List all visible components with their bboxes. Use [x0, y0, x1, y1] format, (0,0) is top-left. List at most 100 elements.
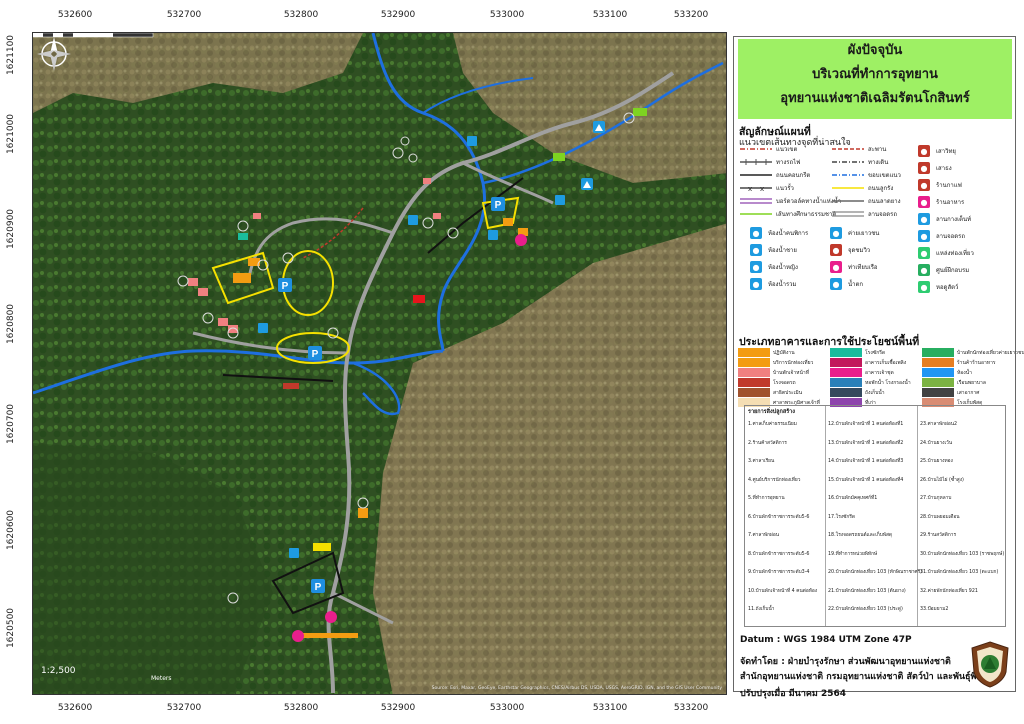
building-type-label: โรงซักรีด — [865, 349, 886, 356]
building-list-item: 13.บ้านพักเจ้าหน้าที่ 1 คนต่อห้องที่2 — [828, 440, 904, 446]
building-garage[interactable] — [283, 383, 299, 389]
building-type-label: อาคารเจ้าชุด — [865, 369, 894, 376]
building-type-label: ปฏิบัติงาน — [773, 349, 795, 356]
building-red[interactable] — [413, 295, 425, 303]
map-scale: 1:2,500 — [41, 666, 76, 676]
building-type-swatch — [922, 378, 954, 387]
building-type-label: อาคารเก็บเชื้อเพลิง — [865, 359, 907, 366]
legend-point-item: ● ท่าเทียบเรือ — [830, 261, 878, 273]
parking-icon[interactable]: P — [491, 197, 505, 211]
building-list-item: 32.ค่ายพักนักท่องเที่ยว 921 — [920, 588, 978, 594]
legend-line-label: แนวรั้ว — [776, 185, 794, 192]
legend-line-item: ทางเดิน — [830, 156, 888, 168]
legend-line-item: x x แนวรั้ว — [738, 182, 794, 194]
svg-text:P: P — [315, 582, 322, 593]
building-list-item: 26.บ้านไม้ไผ่ (ซ้ำสูง) — [920, 477, 964, 483]
building-type-label: ร้านค้าร้านอาหาร — [957, 359, 996, 366]
building-office-2[interactable] — [503, 218, 513, 226]
toilet-icon[interactable] — [408, 215, 418, 225]
building-type-swatch — [830, 378, 862, 387]
legend-line-item: ถนนลูกรัง — [830, 182, 893, 194]
female-toilet-icon: ● — [750, 261, 762, 273]
legend-point-item: ● ลานกางเต็นท์ — [918, 213, 971, 225]
building-list-heading: รายการสิ่งปลูกสร้าง — [748, 409, 795, 415]
male-toilet-icon: ● — [750, 244, 762, 256]
building-list-item: 6.บ้านพักข้าราชการระดับ5-6 — [748, 514, 810, 520]
building-south-2[interactable] — [358, 508, 368, 518]
building-south[interactable] — [313, 543, 331, 551]
legend-point-label: ท่าเทียบเรือ — [848, 264, 878, 271]
legend-line-label: ถนนลาดยาง — [868, 198, 901, 205]
building-type-label: หอพักน้ำ โรงกรองน้ำ — [865, 379, 911, 386]
building-laundry[interactable] — [238, 233, 248, 240]
x-tick-label: 533000 — [489, 10, 525, 20]
restaurant-icon[interactable] — [325, 611, 337, 623]
toilet-icon[interactable] — [258, 323, 268, 333]
legend-point-label: ค่ายเยาวชน — [848, 230, 880, 237]
legend-line-item: ขอบเขตแนว — [830, 169, 901, 181]
legend-point-item: ● เสาวิทยุ — [918, 145, 956, 157]
parking-icon[interactable]: P — [311, 579, 325, 593]
legend-point-label: ลานกางเต็นท์ — [936, 216, 972, 223]
building-list-item: 15.บ้านพักเจ้าหน้าที่ 1 คนต่อห้องที่4 — [828, 477, 904, 483]
legend-point-label: ศูนย์ฝึกอบรม — [936, 267, 970, 274]
building-house[interactable] — [253, 213, 261, 219]
legend-line-item: ถนนคอนกรีต — [738, 169, 810, 181]
legend-point-label: ร้านกาแฟ — [936, 182, 962, 189]
updated-text: ปรับปรุงเมื่อ มีนาคม 2564 — [740, 689, 847, 699]
toilet-icon[interactable] — [488, 230, 498, 240]
restaurant-icon[interactable] — [292, 630, 304, 642]
building-type-swatch — [738, 348, 770, 357]
building-list-col-1: 1.ศาลเก็บค่าธรรมเนียม 2.ร้านค้าสวัสดิการ 3… — [748, 420, 824, 625]
parking-icon[interactable]: P — [278, 278, 292, 292]
building-list-item: 10.บ้านพักเจ้าหน้าที่ 4 คนต่อห้อง — [748, 588, 818, 594]
legend-point-item: ● ลานจอดรถ — [918, 230, 965, 242]
building-house[interactable] — [423, 178, 431, 184]
building-house[interactable] — [198, 288, 208, 296]
toilet-icon[interactable] — [555, 195, 565, 205]
y-tick-label: 1620600 — [6, 509, 17, 551]
building-house[interactable] — [218, 318, 228, 326]
building-list-item: 3.ศาลาเรียน — [748, 459, 775, 464]
building-camp[interactable] — [553, 153, 565, 161]
building-list-item: 28.บ้านพยอมเดือน — [920, 514, 960, 520]
satellite-map[interactable]: P P P P Source: Esri, Maxar, GeoEye, Ear… — [32, 32, 727, 695]
title-line-1: ผังปัจจุบัน — [847, 43, 903, 58]
building-list-item: 20.บ้านพักนักท่องเที่ยว 103 (ทักษิณราชาศ… — [828, 570, 923, 575]
legend-line-item: บอร์ดวอล์คทางน้ำแห่งน้ำ — [738, 195, 841, 207]
legend-line-label: ทางเดิน — [868, 159, 889, 166]
x-tick-label: 532700 — [166, 10, 202, 20]
building-type-label: บ้านพักเจ้าหน้าที่ — [773, 369, 809, 376]
legend-point-label: ห้องน้ำคนพิการ — [768, 230, 809, 237]
svg-text:x: x — [748, 185, 752, 193]
y-tick-label: 1620500 — [6, 607, 17, 649]
y-tick-label: 1620700 — [6, 403, 17, 445]
x-tick-label: 532900 — [380, 703, 416, 713]
building-type-label: บ้านพักนักท่องเที่ยวค่ายเยาวชน — [957, 349, 1024, 356]
parking-icon[interactable]: P — [308, 346, 322, 360]
building-camp[interactable] — [633, 108, 647, 116]
building-list-col-2: 12.บ้านพักเจ้าหน้าที่ 1 คนต่อห้องที่1 13.… — [828, 420, 922, 625]
building-house[interactable] — [433, 213, 441, 219]
building-type-label: เสาอากาศ — [957, 389, 980, 396]
y-tick-label: 1621000 — [6, 113, 17, 155]
building-list-item: 7.ศาลาพักผ่อน — [748, 533, 779, 538]
restaurant-icon: ● — [918, 196, 930, 208]
tent-icon[interactable] — [581, 178, 593, 190]
svg-text:P: P — [282, 281, 289, 292]
toilet-icon[interactable] — [289, 548, 299, 558]
restaurant-icon[interactable] — [515, 234, 527, 246]
legend-point-item: ● ห้องน้ำหญิง — [750, 261, 798, 273]
legend-point-label: หอดูสัตว์ — [936, 284, 959, 291]
building-long[interactable] — [303, 633, 358, 638]
legend-panel: ผังปัจจุบัน บริเวณที่ทำการอุทยาน อุทยานแ… — [733, 36, 1024, 699]
toilet-icon[interactable] — [467, 136, 477, 146]
building-house[interactable] — [188, 278, 198, 286]
building-office[interactable] — [233, 273, 251, 283]
building-list-item: 11.ถังเก็บน้ำ — [748, 607, 775, 612]
building-type-swatch — [830, 368, 862, 377]
legend-point-label: น้ำตก — [848, 281, 863, 288]
tent-icon[interactable] — [593, 121, 605, 133]
x-tick-label: 532900 — [380, 10, 416, 20]
x-tick-label: 533200 — [673, 10, 709, 20]
